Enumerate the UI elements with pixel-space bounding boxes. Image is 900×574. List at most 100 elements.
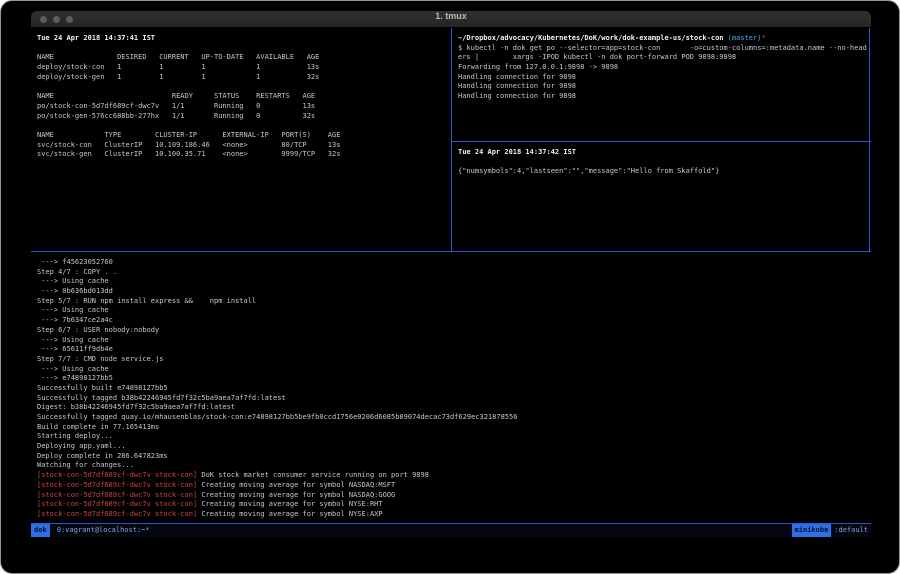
terminal-line: Handling connection for 9898 (458, 73, 870, 83)
terminal-line: Digest: b38b42246945fd7f32c5ba9aea7af7fd… (37, 403, 871, 413)
terminal-line: [stock-con-5d7df689cf-dwc7v stock-con] C… (37, 510, 871, 520)
status-right: minikube :default (792, 524, 871, 537)
terminal-text-segment: Digest: b38b42246945fd7f32c5ba9aea7af7fd… (37, 403, 235, 411)
terminal-line: po/stock-gen-576cc688bb-277hx 1/1 Runnin… (37, 112, 451, 122)
terminal-line: Step 4/7 : COPY . . (37, 268, 871, 278)
minimize-button[interactable] (53, 16, 60, 23)
terminal-text-segment: Starting deploy... (37, 432, 113, 440)
terminal-text-segment: Creating moving average for symbol NASDA… (197, 481, 395, 489)
terminal-line: Forwarding from 127.0.0.1:9898 -> 9898 (458, 63, 870, 73)
terminal-line: deploy/stock-con 1 1 1 1 13s (37, 63, 451, 73)
terminal-line: ---> 0b636bd013dd (37, 287, 871, 297)
terminal-line: svc/stock-con ClusterIP 10.109.186.46 <n… (37, 141, 451, 151)
pane-divider-horizontal[interactable] (31, 251, 871, 252)
terminal-text-segment: DoK stock market consumer service runnin… (197, 471, 429, 479)
terminal-line: Tue 24 Apr 2018 14:37:41 IST (37, 34, 451, 44)
terminal-text-segment: Successfully tagged b38b42246945fd7f32c5… (37, 394, 286, 402)
terminal-text-segment: deploy/stock-gen 1 1 1 1 32s (37, 73, 319, 81)
terminal-text-segment: Step 5/7 : RUN npm install express && np… (37, 297, 256, 305)
terminal-text-segment: Successfully built e74898127bb5 (37, 384, 168, 392)
tmux-session: Tue 24 Apr 2018 14:37:41 IST NAME DESIRED… (31, 28, 871, 545)
terminal-text-segment: ---> Using cache (37, 336, 109, 344)
terminal-line: [stock-con-5d7df689cf-dwc7v stock-con] C… (37, 481, 871, 491)
tmux-status-bar: dok 0:vagrant@localhost:~* minikube :def… (31, 524, 871, 537)
terminal-line: po/stock-con-5d7df689cf-dwc7v 1/1 Runnin… (37, 102, 451, 112)
terminal-text-segment: ---> e74898127bb5 (37, 374, 113, 382)
terminal-text-segment: Handling connection for 9898 (458, 73, 576, 81)
terminal-line: Handling connection for 9898 (458, 82, 870, 92)
pane-divider-vertical[interactable] (451, 28, 452, 252)
terminal-text-segment: po/stock-gen-576cc688bb-277hx 1/1 Runnin… (37, 112, 315, 120)
terminal-text-segment: Forwarding from 127.0.0.1:9898 -> 9898 (458, 63, 618, 71)
terminal-line: ers | xargs -IPOD kubectl -n dok port-fo… (458, 53, 870, 63)
traffic-lights (40, 16, 73, 23)
terminal-text-segment: Creating moving average for symbol NASDA… (197, 491, 395, 499)
terminal-line: ---> Using cache (37, 336, 871, 346)
window-title: 1. tmux (31, 11, 871, 21)
terminal-text-segment: Deploy complete in 286.647823ms (37, 452, 168, 460)
terminal-line: ---> f45623052760 (37, 258, 871, 268)
terminal-text-segment: deploy/stock-con 1 1 1 1 13s (37, 63, 319, 71)
terminal-window: 1. tmux Tue 24 Apr 2018 14:37:41 IST NAME… (31, 11, 871, 546)
close-button[interactable] (40, 16, 47, 23)
pane-kubectl-watch[interactable]: Tue 24 Apr 2018 14:37:41 IST NAME DESIRED… (31, 28, 451, 251)
terminal-text-segment: ---> Using cache (37, 365, 109, 373)
terminal-line: Deploying app.yaml... (37, 442, 871, 452)
terminal-text-segment: [stock-con-5d7df689cf-dwc7v stock-con] (37, 491, 197, 499)
terminal-text-segment: Creating moving average for symbol NYSE:… (197, 500, 382, 508)
screen-background: 1. tmux Tue 24 Apr 2018 14:37:41 IST NAME… (0, 0, 900, 574)
terminal-text-segment: NAME DESIRED CURRENT UP-TO-DATE AVAILABL… (37, 53, 319, 61)
terminal-text-segment: ---> 7b6347ce2a4c (37, 316, 113, 324)
pane-border-right (869, 28, 870, 252)
terminal-text-segment: Tue 24 Apr 2018 14:37:41 IST (37, 34, 155, 42)
terminal-text-segment: svc/stock-con ClusterIP 10.109.186.46 <n… (37, 141, 340, 149)
kube-context-badge: minikube (792, 524, 832, 537)
terminal-line: ~/Dropbox/advocacy/Kubernetes/DoK/work/d… (458, 34, 870, 44)
terminal-text-segment: Creating moving average for symbol NYSE:… (197, 510, 382, 518)
terminal-line: Starting deploy... (37, 432, 871, 442)
terminal-text-segment: Deploying app.yaml... (37, 442, 126, 450)
terminal-line: NAME READY STATUS RESTARTS AGE (37, 92, 451, 102)
terminal-text-segment: ---> 65611ff9db4e (37, 345, 113, 353)
kube-namespace-label: :default (831, 524, 871, 537)
terminal-line (37, 121, 451, 131)
window-list-item[interactable]: 0:vagrant@localhost:~* (50, 524, 157, 537)
terminal-line: Step 6/7 : USER nobody:nobody (37, 326, 871, 336)
terminal-line: ---> e74898127bb5 (37, 374, 871, 384)
terminal-line: Successfully tagged quay.io/mhausenblas/… (37, 413, 871, 423)
pane-service-response[interactable]: Tue 24 Apr 2018 14:37:42 IST {"numsymbols… (452, 142, 870, 251)
terminal-text-segment: NAME READY STATUS RESTARTS AGE (37, 92, 315, 100)
terminal-text-segment: Successfully tagged quay.io/mhausenblas/… (37, 413, 517, 421)
terminal-text-segment: ---> Using cache (37, 306, 109, 314)
terminal-line: ---> Using cache (37, 277, 871, 287)
terminal-text-segment: Build complete in 77.165413ms (37, 423, 159, 431)
terminal-line: Watching for changes... (37, 461, 871, 471)
zoom-button[interactable] (66, 16, 73, 23)
terminal-text-segment: ---> Using cache (37, 277, 109, 285)
terminal-text-segment: [stock-con-5d7df689cf-dwc7v stock-con] (37, 471, 197, 479)
terminal-text-segment: Step 4/7 : COPY . . (37, 268, 117, 276)
terminal-line: Step 7/7 : CMD node service.js (37, 355, 871, 365)
terminal-line: Step 5/7 : RUN npm install express && np… (37, 297, 871, 307)
pane-port-forward[interactable]: ~/Dropbox/advocacy/Kubernetes/DoK/work/d… (452, 28, 870, 141)
terminal-text-segment: * (761, 34, 765, 42)
terminal-line: {"numsymbols":4,"lastseen":"","message":… (458, 167, 870, 177)
terminal-line: ---> 65611ff9db4e (37, 345, 871, 355)
terminal-line: NAME DESIRED CURRENT UP-TO-DATE AVAILABL… (37, 53, 451, 63)
terminal-text-segment: {"numsymbols":4,"lastseen":"","message":… (458, 167, 719, 175)
terminal-line: Successfully built e74898127bb5 (37, 384, 871, 394)
pane-divider-right-horizontal[interactable] (452, 141, 871, 142)
terminal-line: $ kubectl -n dok get po --selector=app=s… (458, 44, 870, 54)
terminal-text-segment: ---> 0b636bd013dd (37, 287, 113, 295)
terminal-text-segment: $ kubectl -n dok get po --selector=app=s… (458, 44, 867, 52)
window-title-bar: 1. tmux (31, 11, 871, 28)
terminal-text-segment: ers | xargs -IPOD kubectl -n dok port-fo… (458, 53, 736, 61)
terminal-text-segment: (master) (728, 34, 762, 42)
terminal-line: Handling connection for 9898 (458, 92, 870, 102)
pane-skaffold-build-log[interactable]: ---> f45623052760Step 4/7 : COPY . . ---… (31, 252, 871, 523)
terminal-text-segment: NAME TYPE CLUSTER-IP EXTERNAL-IP PORT(S)… (37, 131, 340, 139)
terminal-text-segment: Step 7/7 : CMD node service.js (37, 355, 163, 363)
terminal-text-segment: Tue 24 Apr 2018 14:37:42 IST (458, 148, 576, 156)
terminal-line: [stock-con-5d7df689cf-dwc7v stock-con] C… (37, 491, 871, 501)
terminal-text-segment: Watching for changes... (37, 461, 134, 469)
